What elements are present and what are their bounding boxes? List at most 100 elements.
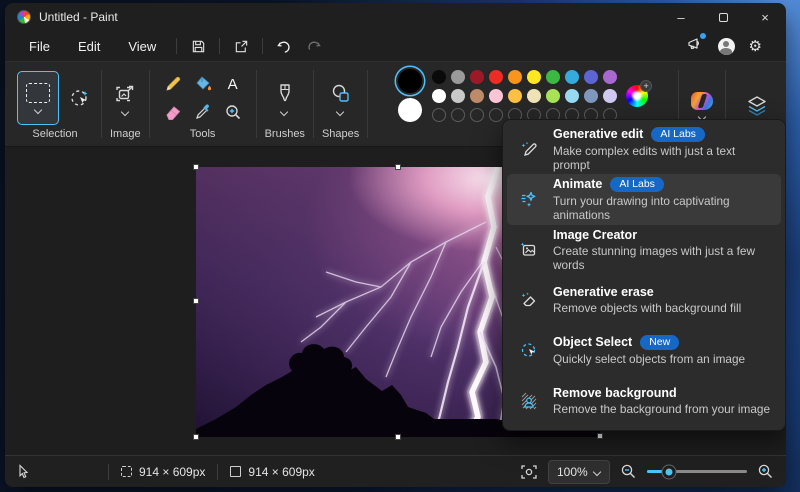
- ai-menu-item-title: Animate: [553, 177, 602, 191]
- ai-menu-item-title: Remove background: [553, 386, 677, 400]
- selection-size-icon: [121, 466, 132, 477]
- selection-handle-middle-left[interactable]: [193, 298, 199, 304]
- colour-swatch-1-0[interactable]: [432, 70, 446, 84]
- colour-swatch-1-9[interactable]: [603, 70, 617, 84]
- eyedropper-tool[interactable]: [190, 99, 216, 125]
- maximize-button[interactable]: [702, 3, 744, 31]
- close-button[interactable]: ×: [744, 3, 786, 31]
- chevron-down-icon[interactable]: [337, 108, 344, 115]
- window-title: Untitled - Paint: [39, 10, 118, 24]
- magnifier-tool[interactable]: [220, 99, 246, 125]
- badge-new: New: [640, 335, 679, 350]
- ai-menu-item-subtitle: Quickly select objects from an image: [553, 352, 745, 366]
- colour-swatch-empty-0[interactable]: [432, 108, 446, 122]
- zoom-in-button[interactable]: [757, 463, 774, 480]
- colour-swatch-2-9[interactable]: [603, 89, 617, 103]
- colour-swatch-1-1[interactable]: [451, 70, 465, 84]
- secondary-colour-swatch[interactable]: [398, 98, 422, 122]
- save-button[interactable]: [183, 34, 213, 58]
- colour-swatch-1-3[interactable]: [489, 70, 503, 84]
- colour-swatch-1-2[interactable]: [470, 70, 484, 84]
- colour-swatch-1-4[interactable]: [508, 70, 522, 84]
- selection-handle-bottom-right[interactable]: [597, 433, 603, 439]
- menubar: File Edit View ⚙: [5, 31, 786, 61]
- eraser-tool[interactable]: [160, 99, 186, 125]
- colour-swatch-2-8[interactable]: [584, 89, 598, 103]
- undo-icon: [276, 39, 292, 54]
- ai-menu-item-title: Generative erase: [553, 285, 654, 299]
- ai-menu-item-remove-background[interactable]: Remove backgroundRemove the background f…: [507, 376, 781, 426]
- selection-handle-top-left[interactable]: [193, 164, 199, 170]
- announcements-button[interactable]: [686, 36, 704, 57]
- colour-swatch-2-3[interactable]: [489, 89, 503, 103]
- primary-colour-swatch[interactable]: [398, 69, 422, 93]
- edit-colours-button[interactable]: [626, 85, 648, 107]
- colour-swatch-2-7[interactable]: [565, 89, 579, 103]
- image-section-label: Image: [110, 128, 141, 142]
- ai-menu-item-subtitle: Turn your drawing into captivating anima…: [553, 194, 771, 222]
- settings-gear-icon[interactable]: ⚙: [749, 39, 762, 54]
- selection-handle-bottom-left[interactable]: [193, 434, 199, 440]
- colour-swatch-2-5[interactable]: [527, 89, 541, 103]
- colour-swatch-empty-3[interactable]: [489, 108, 503, 122]
- magnifier-icon: [223, 102, 243, 122]
- image-options-icon[interactable]: [113, 82, 137, 106]
- colour-swatch-2-2[interactable]: [470, 89, 484, 103]
- menu-view[interactable]: View: [114, 35, 170, 58]
- ai-menu-item-title: Object Select: [553, 335, 632, 349]
- zoom-out-button[interactable]: [620, 463, 637, 480]
- colour-swatch-2-4[interactable]: [508, 89, 522, 103]
- animate-icon: [517, 189, 541, 209]
- colour-swatch-2-0[interactable]: [432, 89, 446, 103]
- copilot-button[interactable]: [691, 92, 713, 110]
- chevron-down-icon[interactable]: [281, 108, 288, 115]
- ai-menu-item-generative-erase[interactable]: Generative eraseRemove objects with back…: [507, 275, 781, 325]
- selection-size-indicator: 914 × 609px: [121, 465, 205, 479]
- ai-menu-item-title: Generative edit: [553, 127, 643, 141]
- pencil-icon: [163, 74, 183, 94]
- colour-swatch-empty-2[interactable]: [470, 108, 484, 122]
- tools-section-label: Tools: [190, 128, 216, 142]
- ai-menu-item-image-creator[interactable]: Image CreatorCreate stunning images with…: [507, 225, 781, 275]
- colour-swatch-2-6[interactable]: [546, 89, 560, 103]
- rectangle-select-tool[interactable]: [17, 71, 59, 125]
- selection-rect-icon: [26, 83, 50, 103]
- colour-swatch-1-7[interactable]: [565, 70, 579, 84]
- shapes-icon[interactable]: [329, 82, 353, 106]
- object-select-tool[interactable]: [67, 85, 93, 111]
- ai-menu-item-animate[interactable]: AnimateAI LabsTurn your drawing into cap…: [507, 174, 781, 224]
- menu-file[interactable]: File: [15, 35, 64, 58]
- colour-swatch-1-6[interactable]: [546, 70, 560, 84]
- colour-swatch-1-8[interactable]: [584, 70, 598, 84]
- canvas-size-indicator: 914 × 609px: [230, 465, 314, 479]
- colour-swatch-empty-1[interactable]: [451, 108, 465, 122]
- share-button[interactable]: [226, 34, 256, 58]
- chevron-down-icon[interactable]: [122, 108, 129, 115]
- badge-ai-labs: AI Labs: [651, 127, 705, 142]
- pencil-tool[interactable]: [160, 71, 186, 97]
- canvas-size-icon: [230, 466, 241, 477]
- layers-button[interactable]: [744, 93, 770, 119]
- selection-handle-top-middle[interactable]: [395, 164, 401, 170]
- text-tool[interactable]: A: [220, 71, 246, 97]
- ai-menu-item-generative-edit[interactable]: Generative editAI LabsMake complex edits…: [507, 124, 781, 174]
- undo-button[interactable]: [269, 34, 299, 58]
- colour-swatch-1-5[interactable]: [527, 70, 541, 84]
- brushes-icon[interactable]: [274, 82, 296, 106]
- zoom-slider[interactable]: [647, 465, 747, 479]
- fill-tool[interactable]: [190, 71, 216, 97]
- zoom-level-dropdown[interactable]: 100%: [548, 460, 610, 484]
- colour-swatch-2-1[interactable]: [451, 89, 465, 103]
- ai-menu-item-object-select[interactable]: Object Select New Quickly select objects f…: [507, 325, 781, 375]
- zoom-slider-thumb[interactable]: [663, 465, 676, 478]
- redo-button[interactable]: [299, 34, 329, 58]
- menu-edit[interactable]: Edit: [64, 35, 114, 58]
- ai-menu-item-subtitle: Create stunning images with just a few w…: [553, 244, 771, 272]
- save-icon: [191, 39, 206, 54]
- zoom-to-fit-button[interactable]: [520, 464, 538, 480]
- selection-handle-bottom-middle[interactable]: [395, 434, 401, 440]
- minimize-button[interactable]: –: [660, 3, 702, 31]
- statusbar: 914 × 609px 914 × 609px 100%: [5, 455, 786, 487]
- account-avatar[interactable]: [718, 38, 735, 55]
- selection-section-label: Selection: [32, 128, 77, 142]
